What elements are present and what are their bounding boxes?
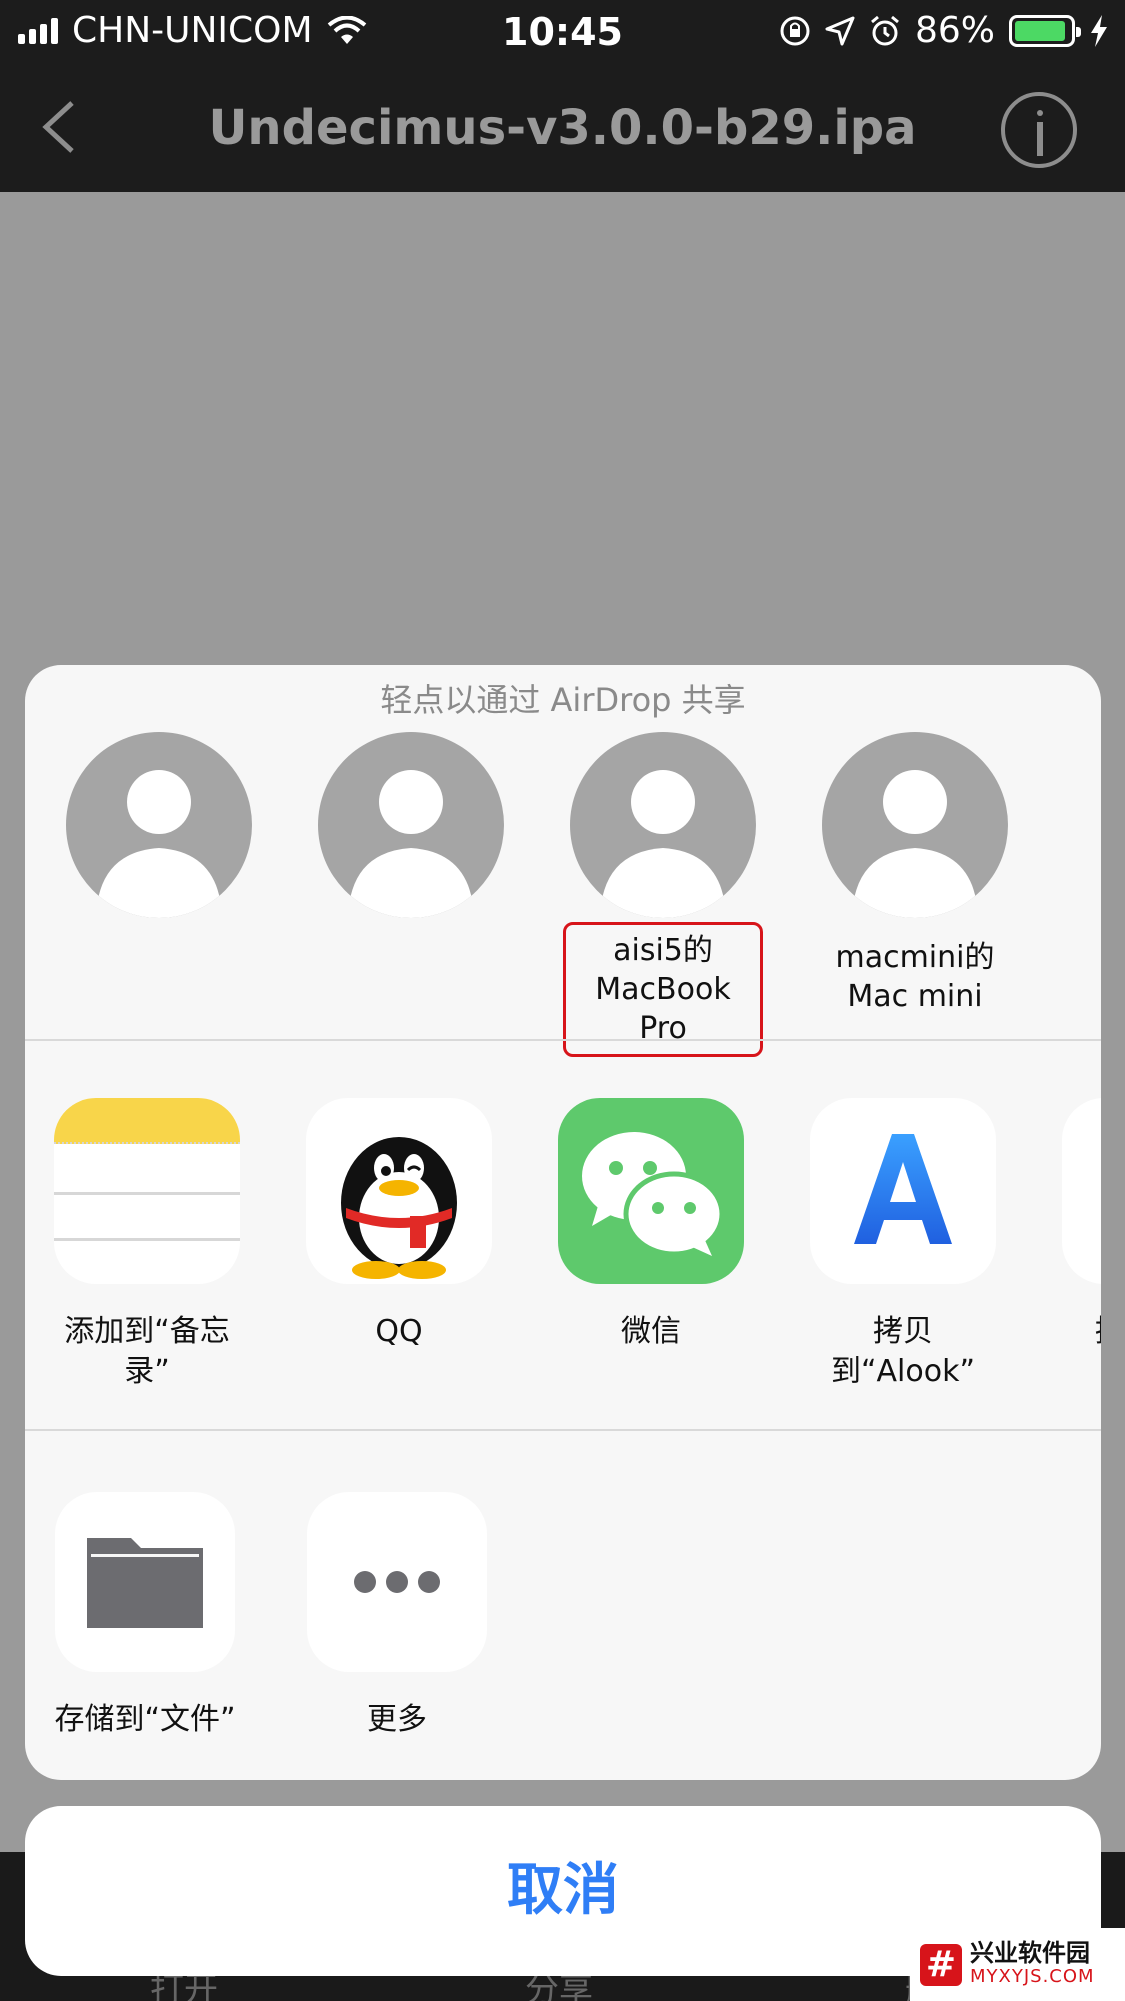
- airdrop-title: 轻点以通过 AirDrop 共享: [380, 681, 746, 719]
- app-alook[interactable]: 拷贝 到“Alook”: [783, 1098, 1023, 1392]
- watermark: # 兴业软件园 MYXYJS.COM: [910, 1928, 1125, 2001]
- status-right: 86%: [779, 10, 1109, 51]
- alook-icon: [810, 1098, 996, 1284]
- qq-penguin-icon: [306, 1098, 492, 1284]
- action-label: 存储到“文件”: [54, 1702, 236, 1737]
- navigation-bar: Undecimus-v3.0.0-b29.ipa: [0, 62, 1125, 192]
- avatar: [318, 732, 504, 918]
- highlight-box: aisi5的 MacBook Pro: [563, 922, 763, 1057]
- action-label: 更多: [367, 1702, 427, 1737]
- airdrop-row: aisi5的 MacBook Pro macmini的 Mac mini: [25, 732, 1101, 1072]
- avatar: [570, 732, 756, 918]
- avatar: [822, 732, 1008, 918]
- battery-icon: [1009, 14, 1081, 47]
- watermark-site: MYXYJS.COM: [970, 1965, 1095, 1987]
- watermark-name: 兴业软件园: [970, 1938, 1090, 1967]
- share-sheet: 轻点以通过 AirDrop 共享 aisi5的 MacBook Pro macm…: [25, 665, 1101, 1780]
- app-wechat[interactable]: 微信: [531, 1098, 771, 1352]
- top-bar: CHN-UNICOM 10:45 86% Undecimus-v3.0.0-b2…: [0, 0, 1125, 192]
- alarm-icon: [871, 15, 899, 45]
- action-save-to-files[interactable]: 存储到“文件”: [25, 1492, 265, 1740]
- divider: [25, 1429, 1101, 1431]
- app-partial[interactable]: 拷: [1035, 1098, 1101, 1352]
- airdrop-contact[interactable]: [59, 732, 259, 924]
- orientation-lock-icon: [780, 16, 810, 45]
- contact-label: aisi5的 MacBook Pro: [563, 922, 763, 1057]
- charging-icon: [1091, 14, 1107, 47]
- location-icon: [825, 16, 855, 45]
- airdrop-contact-macmini[interactable]: macmini的 Mac mini: [815, 732, 1015, 1016]
- app-label: 拷: [1035, 1312, 1101, 1352]
- divider: [25, 1039, 1101, 1041]
- app-label: 微信: [621, 1314, 681, 1349]
- app-notes[interactable]: 添加到“备忘 录”: [27, 1098, 267, 1392]
- app-label: QQ: [375, 1314, 423, 1349]
- app-label: 拷贝 到“Alook”: [830, 1314, 976, 1389]
- app-icon: [1062, 1098, 1101, 1284]
- more-icon: [307, 1492, 487, 1672]
- battery-percent: 86%: [914, 10, 995, 51]
- wechat-icon: [558, 1098, 744, 1284]
- action-row: 存储到“文件” 更多: [25, 1492, 1101, 1752]
- app-label: 添加到“备忘 录”: [64, 1314, 230, 1389]
- watermark-logo: #: [920, 1943, 962, 1986]
- airdrop-contact[interactable]: [311, 732, 511, 924]
- action-more[interactable]: 更多: [277, 1492, 517, 1740]
- file-title: Undecimus-v3.0.0-b29.ipa: [208, 100, 917, 156]
- avatar: [66, 732, 252, 918]
- airdrop-contact-macbook[interactable]: aisi5的 MacBook Pro: [563, 732, 763, 1057]
- app-row: 添加到“备忘 录” QQ 微信 拷贝 到“Alook”: [25, 1098, 1101, 1428]
- info-icon[interactable]: [1001, 92, 1077, 168]
- watermark-text: 兴业软件园 MYXYJS.COM: [970, 1941, 1095, 1989]
- notes-icon: [54, 1098, 240, 1284]
- status-bar: CHN-UNICOM 10:45 86%: [0, 0, 1125, 62]
- folder-icon: [55, 1492, 235, 1672]
- app-qq[interactable]: QQ: [279, 1098, 519, 1352]
- contact-label: macmini的 Mac mini: [835, 940, 995, 1014]
